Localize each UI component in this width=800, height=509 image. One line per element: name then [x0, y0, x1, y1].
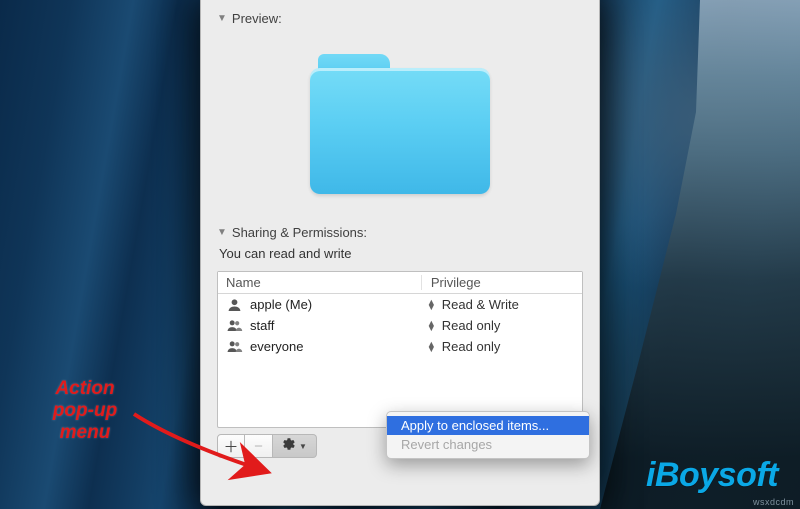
table-row[interactable]: everyone ▲▼ Read only: [218, 336, 582, 357]
disclosure-triangle-icon[interactable]: ▼: [217, 227, 227, 238]
people-icon: [226, 319, 243, 333]
permissions-info: You can read and write: [219, 246, 583, 261]
stepper-icon: ▲▼: [427, 342, 436, 352]
watermark: wsxdcdm: [753, 497, 794, 507]
col-header-privilege[interactable]: Privilege: [421, 275, 574, 290]
people-icon: [226, 340, 243, 354]
remove-button[interactable]: −: [245, 434, 273, 458]
privilege-value: Read only: [442, 339, 501, 354]
preview-header-label: Preview:: [232, 11, 282, 26]
preview-area: [217, 29, 583, 219]
user-name: everyone: [250, 339, 303, 354]
permissions-header[interactable]: ▼ Sharing & Permissions:: [217, 225, 583, 240]
privilege-select[interactable]: ▲▼ Read only: [421, 339, 574, 354]
table-row[interactable]: staff ▲▼ Read only: [218, 315, 582, 336]
action-popup-menu: Apply to enclosed items... Revert change…: [386, 411, 590, 459]
privilege-value: Read only: [442, 318, 501, 333]
menu-item-revert-changes: Revert changes: [387, 435, 589, 454]
menu-item-apply-enclosed[interactable]: Apply to enclosed items...: [387, 416, 589, 435]
person-icon: [226, 298, 243, 312]
folder-icon: [310, 54, 490, 194]
preview-header[interactable]: ▼ Preview:: [217, 11, 583, 26]
action-popup-button[interactable]: ▼: [273, 434, 317, 458]
col-header-name[interactable]: Name: [226, 275, 422, 290]
gear-icon: [282, 437, 296, 455]
permissions-table: Name Privilege apple (Me) ▲▼ Read & Writ…: [217, 271, 583, 428]
user-name: apple (Me): [250, 297, 312, 312]
permissions-header-label: Sharing & Permissions:: [232, 225, 367, 240]
annotation-label: Action pop-up menu: [30, 378, 140, 444]
add-button[interactable]: ＋: [217, 434, 245, 458]
stepper-icon: ▲▼: [427, 321, 436, 331]
privilege-select[interactable]: ▲▼ Read only: [421, 318, 574, 333]
brand-logo: iBoysoft: [646, 456, 778, 495]
privilege-select[interactable]: ▲▼ Read & Write: [421, 297, 574, 312]
table-row[interactable]: apple (Me) ▲▼ Read & Write: [218, 294, 582, 315]
chevron-down-icon: ▼: [299, 442, 307, 451]
user-name: staff: [250, 318, 274, 333]
table-header: Name Privilege: [218, 272, 582, 294]
privilege-value: Read & Write: [442, 297, 519, 312]
stepper-icon: ▲▼: [427, 300, 436, 310]
disclosure-triangle-icon[interactable]: ▼: [217, 13, 227, 24]
